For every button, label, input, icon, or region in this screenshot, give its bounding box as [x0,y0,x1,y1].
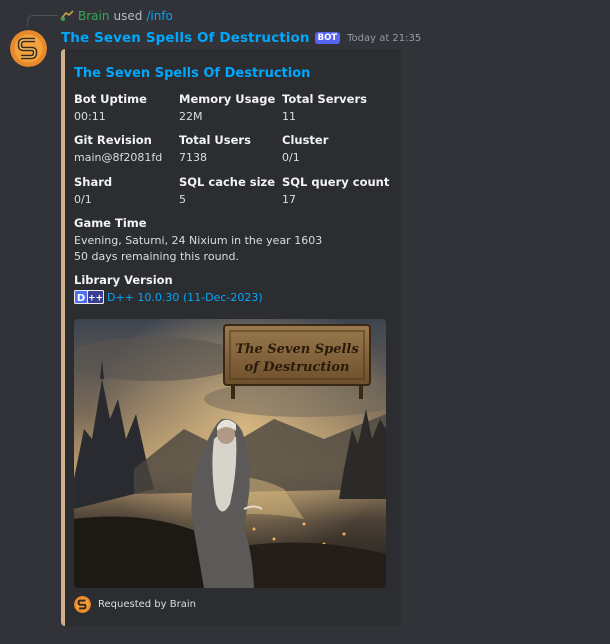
field-sql-cache-size: SQL cache size 5 [179,174,275,208]
reply-used-text: used [113,9,143,23]
field-git-revision: Git Revision main@8f2081fd [74,132,162,166]
footer-avatar-icon [74,595,91,613]
bot-username[interactable]: The Seven Spells Of Destruction [61,30,310,46]
field-value: main@8f2081fd [74,151,163,164]
field-name: SQL query count [282,175,390,189]
field-name: Game Time [74,216,147,230]
field-value: 0/1 [74,193,92,206]
footer-text: Requested by Brain [98,598,196,610]
reply-spine [27,15,58,26]
embed-image[interactable]: The Seven Spells of Destruction [74,319,386,588]
field-library-version: Library Version D ++ D++ 10.0.30 (11-Dec… [74,272,263,304]
message-header: The Seven Spells Of Destruction BOT Toda… [61,29,421,47]
field-value: 00:11 [74,110,106,123]
message: Brain used /info The Seven Spells Of Des… [0,0,610,644]
field-bot-uptime: Bot Uptime 00:11 [74,91,147,125]
library-row: D ++ D++ 10.0.30 (11-Dec-2023) [74,290,263,304]
message-timestamp: Today at 21:35 [347,32,422,44]
wizard-artwork-image: The Seven Spells of Destruction [74,319,386,588]
field-value: 7138 [179,151,207,164]
banner-line-2: of Destruction [245,360,350,375]
field-shard: Shard 0/1 [74,174,112,208]
reply-inner: Brain used /info [60,9,173,23]
field-value: 0/1 [282,151,300,164]
field-memory-usage: Memory Usage 22M [179,91,275,125]
field-game-time: Game Time Evening, Saturni, 24 Nixium in… [74,215,322,265]
reply-username[interactable]: Brain [78,9,109,23]
footer-avatar [74,595,91,613]
embed-title[interactable]: The Seven Spells Of Destruction [74,66,310,81]
field-name: Memory Usage [179,92,276,106]
field-name: Bot Uptime [74,92,147,106]
field-cluster: Cluster 0/1 [282,132,328,166]
embed-footer: Requested by Brain [74,595,196,613]
info-embed: The Seven Spells Of Destruction Bot Upti… [61,49,401,626]
library-version-link[interactable]: D++ 10.0.30 (11-Dec-2023) [107,291,263,304]
slash-command-icon [60,10,74,21]
bot-tag-badge: BOT [314,32,341,44]
svg-text:D: D [77,293,85,304]
svg-text:++: ++ [88,294,103,304]
reply-command[interactable]: /info [146,9,173,23]
field-value: 17 [282,193,296,206]
field-name: Cluster [282,133,329,147]
field-name: Shard [74,175,113,189]
bot-avatar[interactable] [10,30,47,67]
field-value: 5 [179,193,186,206]
field-value: 22M [179,110,203,123]
bot-avatar-image [10,30,47,67]
field-name: SQL cache size [179,175,276,189]
dpp-logo-icon: D ++ [74,290,104,304]
game-time-line-2: 50 days remaining this round. [74,250,239,263]
field-sql-query-count: SQL query count 17 [282,174,389,208]
banner-line-1: The Seven Spells [235,342,359,357]
field-value: 11 [282,110,296,123]
field-name: Library Version [74,273,173,287]
reply-context[interactable]: Brain used /info [27,8,173,26]
game-time-line-1: Evening, Saturni, 24 Nixium in the year … [74,234,323,247]
field-name: Total Users [179,133,251,147]
field-name: Total Servers [282,92,367,106]
field-name: Git Revision [74,133,152,147]
field-total-users: Total Users 7138 [179,132,251,166]
field-total-servers: Total Servers 11 [282,91,367,125]
